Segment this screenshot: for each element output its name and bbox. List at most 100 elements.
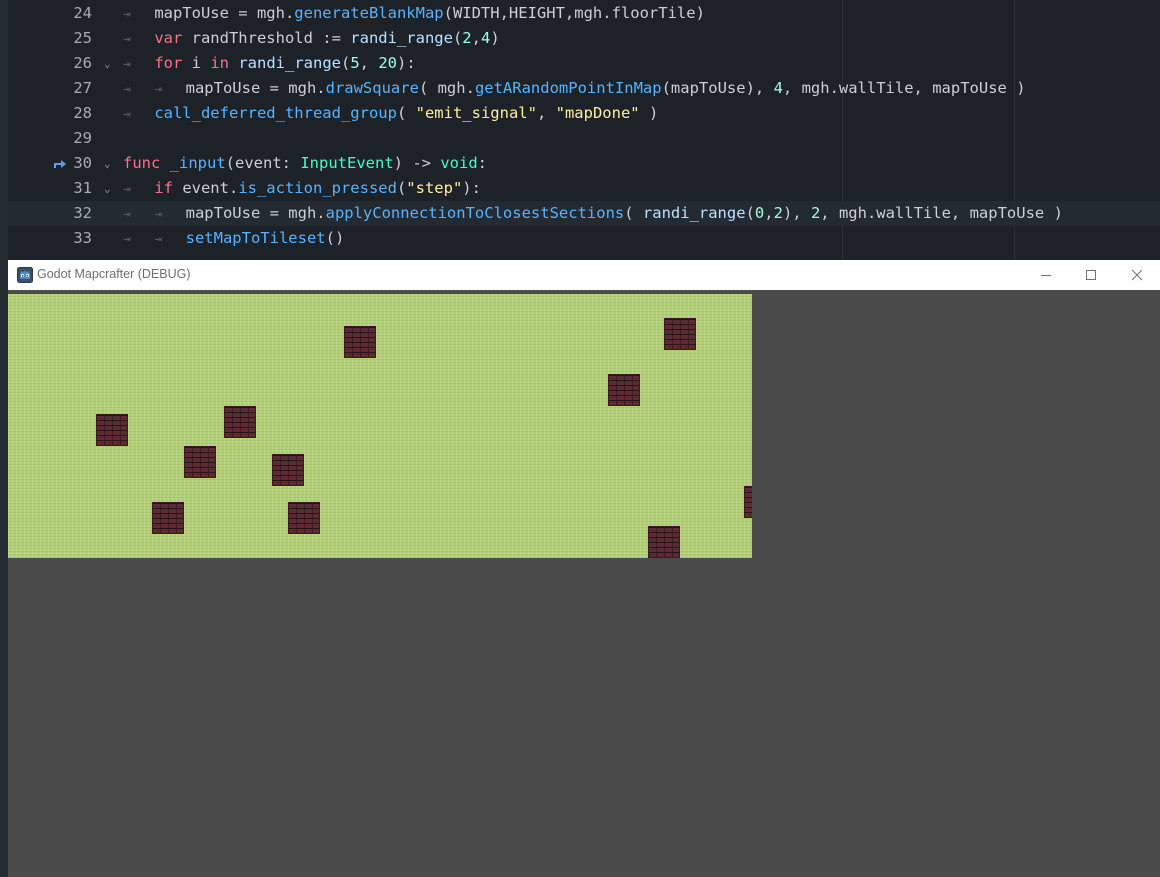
code-token: ( mgh. — [418, 79, 475, 97]
code-token: (WIDTH,HEIGHT,mgh.floorTile) — [443, 4, 705, 22]
code-token: setMapToTileset — [185, 229, 326, 247]
code-token: i — [182, 54, 211, 72]
tab-marker-icon: ⇥ — [123, 182, 155, 197]
tab-marker-icon: ⇥ — [123, 7, 155, 22]
code-token: InputEvent — [300, 154, 394, 172]
code-token: in — [210, 54, 229, 72]
line-number: 29 — [73, 129, 92, 147]
code-editor[interactable]: 24 ⇥ mapToUse = mgh.generateBlankMap(WIDT… — [0, 0, 1160, 260]
wall-tile — [184, 446, 216, 478]
code-text: ⇥ var randThreshold := randi_range(2,4) — [123, 26, 500, 52]
maximize-icon — [1086, 270, 1096, 280]
code-token: () — [325, 229, 345, 247]
code-line-32[interactable]: 32 ⇥ ⇥ mapToUse = mgh.applyConnectionToCl… — [8, 201, 1160, 226]
code-token: , — [536, 104, 556, 122]
fold-chevron-icon[interactable]: ⌄ — [104, 151, 111, 176]
code-line-29[interactable]: 29 — [8, 126, 1160, 151]
code-token: randi_range — [642, 204, 746, 222]
wall-tile — [272, 454, 304, 486]
close-button[interactable] — [1114, 260, 1160, 290]
tab-marker-icon: ⇥ — [123, 107, 155, 122]
code-token: func — [123, 154, 161, 172]
code-token: 4 — [480, 29, 491, 47]
fold-chevron-icon[interactable]: ⌄ — [104, 51, 111, 76]
code-token: if — [154, 179, 173, 197]
tab-marker-icon: ⇥ — [123, 82, 155, 97]
code-token: ) -> — [393, 154, 441, 172]
code-token: is_action_pressed — [238, 179, 397, 197]
wall-tile — [288, 502, 320, 534]
wall-tile — [744, 486, 752, 518]
code-text: ⇥ ⇥ mapToUse = mgh.applyConnectionToClos… — [123, 201, 1063, 227]
code-token: var — [154, 29, 183, 47]
window-title: Godot Mapcrafter (DEBUG) — [37, 267, 191, 281]
code-token: , — [764, 204, 774, 222]
code-token: , mgh.wallTile, mapToUse ) — [820, 204, 1063, 222]
wall-tile — [152, 502, 184, 534]
code-line-25[interactable]: 25 ⇥ var randThreshold := randi_range(2,4… — [8, 26, 1160, 51]
line-number: 24 — [73, 4, 92, 22]
code-token: ( — [745, 204, 755, 222]
fold-chevron-icon[interactable]: ⌄ — [104, 176, 111, 201]
code-token: ( — [340, 54, 351, 72]
code-token: ) — [490, 29, 500, 47]
godot-icon — [17, 267, 33, 283]
code-text: ⇥ if event.is_action_pressed("step"): — [123, 176, 481, 202]
wall-tile — [608, 374, 640, 406]
wall-tile — [664, 318, 696, 350]
wall-tile — [96, 414, 128, 446]
code-token: : — [477, 154, 487, 172]
tab-marker-icon: ⇥ — [154, 207, 186, 222]
line-number: 26 — [73, 54, 92, 72]
tab-marker-icon: ⇥ — [123, 207, 155, 222]
line-number: 27 — [73, 79, 92, 97]
code-token: 4 — [773, 79, 783, 97]
window-titlebar[interactable]: Godot Mapcrafter (DEBUG) — [8, 260, 1160, 290]
line-number: 32 — [73, 204, 92, 222]
code-line-31[interactable]: 31 ⌄ ⇥ if event.is_action_pressed("step"): — [8, 176, 1160, 201]
tab-marker-icon: ⇥ — [123, 57, 155, 72]
line-number-partial: 34 — [68, 250, 92, 260]
code-line-26[interactable]: 26 ⌄ ⇥ for i in randi_range(5, 20): — [8, 51, 1160, 76]
code-token: 0 — [754, 204, 765, 222]
code-line-24[interactable]: 24 ⇥ mapToUse = mgh.generateBlankMap(WIDT… — [8, 1, 1160, 26]
code-token: mapToUse = mgh. — [185, 204, 326, 222]
tab-marker-icon: ⇥ — [154, 232, 186, 247]
code-token: , — [359, 54, 379, 72]
code-line-27[interactable]: 27 ⇥ ⇥ mapToUse = mgh.drawSquare( mgh.get… — [8, 76, 1160, 101]
line-number: 31 — [73, 179, 92, 197]
code-token: mapToUse = mgh. — [185, 79, 326, 97]
code-line-30[interactable]: 30 ⌄ func _input(event: InputEvent) -> voi… — [8, 151, 1160, 176]
code-token: "mapDone" — [555, 104, 640, 122]
code-line-28[interactable]: 28 ⇥ call_deferred_thread_group( "emit_si… — [8, 101, 1160, 126]
code-token: void — [440, 154, 478, 172]
code-token: "emit_signal" — [415, 104, 537, 122]
code-token: , mgh.wallTile, mapToUse ) — [782, 79, 1026, 97]
code-token: ): — [462, 179, 481, 197]
minimize-button[interactable] — [1023, 260, 1069, 290]
game-viewport[interactable] — [8, 294, 752, 558]
code-token: ( — [624, 204, 643, 222]
maximize-button[interactable] — [1068, 260, 1114, 290]
game-window[interactable]: Godot Mapcrafter (DEBUG) — [8, 260, 1160, 877]
tab-marker-icon: ⇥ — [123, 232, 155, 247]
code-token: ( — [452, 29, 463, 47]
code-token: 20 — [378, 54, 398, 72]
code-token: ), — [782, 204, 811, 222]
code-token: 2 — [773, 204, 783, 222]
code-text: ⇥ ⇥ setMapToTileset() — [123, 226, 344, 252]
wall-tile — [344, 326, 376, 358]
line-number: 30 — [73, 154, 92, 172]
code-token: mapToUse = mgh. — [154, 4, 295, 22]
code-token: randThreshold := — [182, 29, 351, 47]
tab-marker-icon: ⇥ — [123, 32, 155, 47]
code-token: call_deferred_thread_group — [154, 104, 397, 122]
line-number: 25 — [73, 29, 92, 47]
code-token: 2 — [810, 204, 821, 222]
code-token: (mapToUse), — [661, 79, 774, 97]
code-token: randi_range — [238, 54, 341, 72]
code-line-33[interactable]: 33 ⇥ ⇥ setMapToTileset() — [8, 226, 1160, 251]
code-token: randi_range — [350, 29, 453, 47]
code-token: ( — [396, 179, 407, 197]
